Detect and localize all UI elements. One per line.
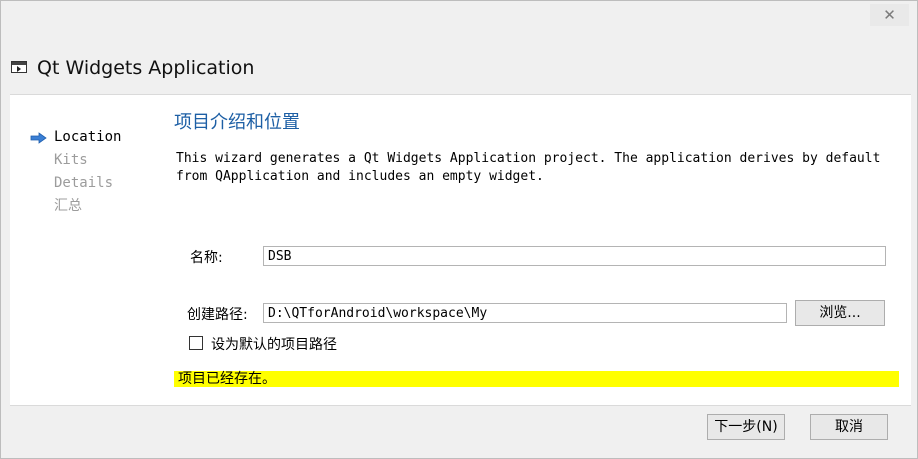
cancel-button[interactable]: 取消 — [810, 414, 888, 440]
step-label: Kits — [54, 152, 88, 168]
browse-button[interactable]: 浏览... — [795, 300, 885, 326]
wizard-window: ✕ Qt Widgets Application Location Kits D… — [0, 0, 918, 459]
step-summary: 汇总 — [30, 195, 121, 218]
step-location: Location — [30, 126, 121, 149]
wizard-header: Qt Widgets Application — [1, 53, 917, 91]
project-exists-warning: 项目已经存在。 — [174, 371, 899, 387]
close-button[interactable]: ✕ — [870, 4, 909, 26]
default-path-label: 设为默认的项目路径 — [211, 337, 337, 353]
path-input[interactable] — [263, 303, 787, 323]
step-label: 汇总 — [54, 198, 82, 214]
qt-app-icon — [11, 61, 27, 73]
step-kits: Kits — [30, 149, 121, 172]
page-description: This wizard generates a Qt Widgets Appli… — [176, 151, 881, 184]
name-label: 名称: — [190, 250, 223, 266]
wizard-content: Location Kits Details 汇总 项目介绍和位置 This wi… — [10, 94, 911, 406]
close-icon: ✕ — [883, 6, 896, 24]
wizard-title: Qt Widgets Application — [37, 57, 255, 79]
path-label: 创建路径: — [187, 307, 248, 323]
step-label: Location — [54, 129, 122, 145]
step-details: Details — [30, 172, 121, 195]
page-title: 项目介绍和位置 — [174, 112, 300, 133]
next-button[interactable]: 下一步(N) — [707, 414, 785, 440]
current-step-arrow-icon — [30, 132, 47, 144]
step-label: Details — [54, 175, 114, 191]
default-path-checkbox[interactable] — [189, 336, 203, 350]
step-list: Location Kits Details 汇总 — [30, 126, 121, 218]
name-input[interactable] — [263, 246, 886, 266]
